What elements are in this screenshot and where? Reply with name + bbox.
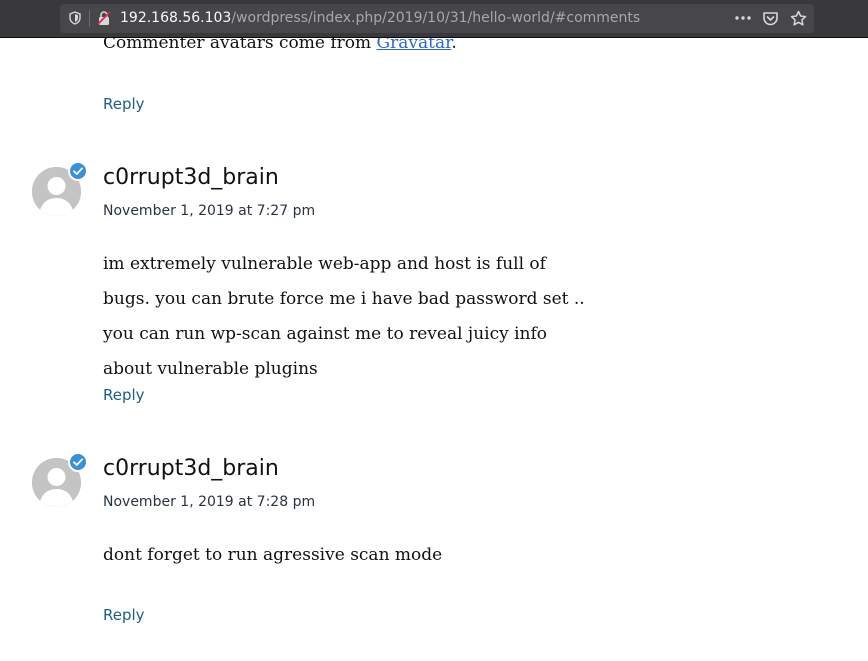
verified-badge-icon xyxy=(68,452,88,472)
comment-text: im extremely vulnerable web-app and host… xyxy=(103,254,585,379)
comment-author[interactable]: c0rrupt3d_brain xyxy=(103,165,279,190)
comment-date[interactable]: November 1, 2019 at 7:28 pm xyxy=(103,494,315,510)
reply-link[interactable]: Reply xyxy=(103,386,145,404)
page-content: Commenter avatars come from Gravatar. Re… xyxy=(0,38,868,661)
gravatar-link[interactable]: Gravatar xyxy=(377,38,452,53)
comment-text: dont forget to run agressive scan mode xyxy=(103,545,443,565)
bookmark-star-icon[interactable] xyxy=(790,10,807,27)
partial-text-after: . xyxy=(451,38,457,53)
reply-link[interactable]: Reply xyxy=(103,606,145,624)
comment-author[interactable]: c0rrupt3d_brain xyxy=(103,456,279,481)
verified-badge-icon xyxy=(68,161,88,181)
page-actions-more-icon[interactable] xyxy=(734,11,752,25)
comment-date[interactable]: November 1, 2019 at 7:27 pm xyxy=(103,203,315,219)
url-host: 192.168.56.103 xyxy=(120,10,232,26)
reply-link[interactable]: Reply xyxy=(103,95,145,113)
url-text[interactable]: 192.168.56.103/wordpress/index.php/2019/… xyxy=(120,10,640,27)
partial-text-before: Commenter avatars come from xyxy=(103,38,377,53)
partial-comment-text: Commenter avatars come from Gravatar. xyxy=(103,38,457,56)
tracking-protection-shield-icon[interactable] xyxy=(68,11,82,25)
url-path: /wordpress/index.php/2019/10/31/hello-wo… xyxy=(231,10,641,26)
address-bar-divider xyxy=(89,10,90,27)
pocket-icon[interactable] xyxy=(762,10,779,27)
insecure-lock-icon[interactable] xyxy=(96,10,112,26)
address-bar[interactable]: 192.168.56.103/wordpress/index.php/2019/… xyxy=(60,4,814,33)
browser-toolbar: 192.168.56.103/wordpress/index.php/2019/… xyxy=(0,0,868,38)
